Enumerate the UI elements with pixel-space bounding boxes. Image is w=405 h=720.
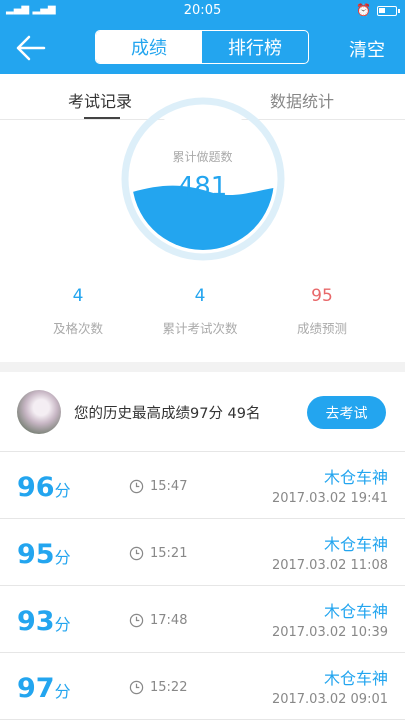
- record-row[interactable]: 95分 15:21 木仓车神 2017.03.02 11:08: [0, 519, 405, 586]
- metric-label: 及格次数: [52, 321, 103, 336]
- record-username: 木仓车神: [323, 535, 388, 554]
- clock-icon: [129, 613, 144, 628]
- go-exam-button[interactable]: 去考试: [307, 396, 386, 429]
- clear-button[interactable]: 清空: [349, 36, 385, 62]
- record-row[interactable]: 97分 15:22 木仓车神 2017.03.02 09:01: [0, 653, 405, 720]
- status-bar: ▂▄▆ ▂▄▆ 20:05 ⏰: [0, 0, 405, 22]
- best-score-text: 您的历史最高成绩97分 49名: [74, 406, 261, 422]
- record-duration: 15:21: [150, 546, 188, 561]
- arrow-left-icon: [16, 35, 46, 61]
- tab-scores[interactable]: 成绩: [96, 31, 202, 63]
- record-date: 2017.03.02 11:08: [271, 558, 388, 573]
- record-duration: 15:47: [150, 479, 188, 494]
- record-username: 木仓车神: [323, 669, 388, 688]
- active-tab-indicator: [84, 117, 120, 119]
- exam-record-list: 96分 15:47 木仓车神 2017.03.02 19:41 95分 15:2…: [0, 452, 405, 720]
- total-questions-label: 累计做题数: [172, 150, 233, 164]
- metric-exam-count: 4 累计考试次数: [140, 286, 260, 337]
- record-date: 2017.03.02 19:41: [271, 491, 388, 506]
- best-score-bar: 您的历史最高成绩97分 49名 去考试: [0, 372, 405, 452]
- metric-pass-count: 4 及格次数: [18, 286, 138, 337]
- record-row[interactable]: 93分 17:48 木仓车神 2017.03.02 10:39: [0, 586, 405, 653]
- segmented-control: 成绩 排行榜: [95, 30, 309, 64]
- metric-score-prediction: 95 成绩预测: [262, 286, 382, 337]
- summary-panel: 累计做题数 481 4 及格次数 4 累计考试次数 95 成绩预测: [0, 97, 405, 362]
- tab-leaderboard[interactable]: 排行榜: [202, 31, 308, 63]
- clock-icon: [129, 479, 144, 494]
- record-username: 木仓车神: [323, 468, 388, 487]
- metric-value: 4: [194, 286, 206, 306]
- record-username: 木仓车神: [323, 602, 388, 621]
- record-score: 96分: [17, 472, 71, 503]
- alarm-icon: ⏰: [356, 3, 371, 17]
- metric-label: 累计考试次数: [162, 321, 238, 336]
- metric-value: 95: [311, 286, 333, 306]
- total-questions-value: 481: [177, 172, 228, 202]
- record-date: 2017.03.02 09:01: [271, 692, 388, 707]
- battery-icon: [377, 6, 400, 16]
- clock-icon: [129, 680, 144, 695]
- record-duration: 17:48: [150, 613, 188, 628]
- record-score: 95分: [17, 539, 71, 570]
- record-row[interactable]: 96分 15:47 木仓车神 2017.03.02 19:41: [0, 452, 405, 519]
- back-button[interactable]: [14, 32, 48, 64]
- metric-label: 成绩预测: [296, 321, 347, 336]
- status-time: 20:05: [183, 3, 222, 18]
- record-score: 97分: [17, 673, 71, 704]
- record-date: 2017.03.02 10:39: [271, 625, 388, 640]
- clock-icon: [129, 546, 144, 561]
- avatar[interactable]: [17, 390, 61, 434]
- record-duration: 15:22: [150, 680, 188, 695]
- metric-value: 4: [72, 286, 84, 306]
- app-header: 成绩 排行榜 清空: [0, 22, 405, 74]
- record-score: 93分: [17, 606, 71, 637]
